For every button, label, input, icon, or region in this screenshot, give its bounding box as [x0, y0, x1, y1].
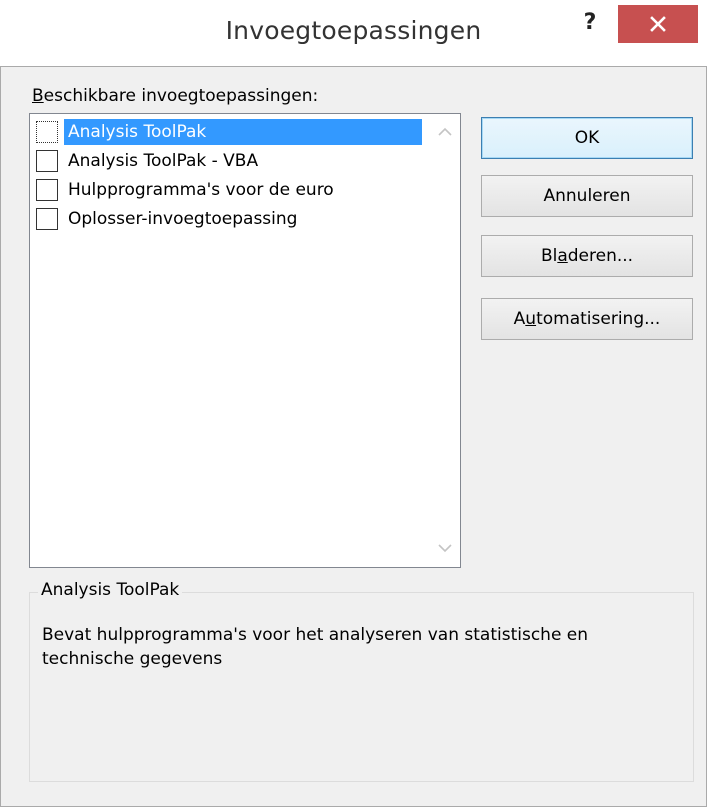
description-groupbox [29, 592, 694, 782]
description-title: Analysis ToolPak [38, 580, 183, 600]
close-button[interactable] [618, 5, 698, 43]
close-icon [650, 16, 666, 32]
add-ins-listbox[interactable]: Analysis ToolPak Analysis ToolPak - VBA … [29, 113, 461, 568]
add-ins-dialog: Invoegtoepassingen ? Beschikbare invoegt… [0, 0, 707, 807]
list-item[interactable]: Analysis ToolPak - VBA [34, 147, 430, 173]
list-item-label: Analysis ToolPak - VBA [68, 151, 259, 171]
automation-label-end: tomatisering... [536, 309, 661, 329]
list-item[interactable]: Oplosser-invoegtoepassing [34, 205, 430, 231]
list-item-label: Oplosser-invoegtoepassing [68, 209, 298, 229]
automation-button[interactable]: Automatisering... [481, 298, 693, 340]
listbox-scrollbar[interactable] [430, 114, 460, 567]
cancel-button[interactable]: Annuleren [481, 175, 693, 217]
list-item-label: Analysis ToolPak [63, 118, 423, 146]
add-in-checkbox[interactable] [36, 208, 58, 230]
scroll-up-icon[interactable] [435, 122, 455, 142]
automation-access-key: u [525, 309, 537, 329]
list-item[interactable]: Analysis ToolPak [34, 118, 430, 146]
add-in-checkbox[interactable] [36, 121, 58, 143]
list-item-label: Hulpprogramma's voor de euro [68, 180, 334, 200]
help-button[interactable]: ? [575, 8, 605, 38]
browse-label-end: deren... [567, 246, 634, 266]
title-bar: Invoegtoepassingen ? [0, 0, 707, 66]
label-text: eschikbare invoegtoepassingen: [43, 86, 319, 106]
add-in-checkbox[interactable] [36, 179, 58, 201]
ok-button[interactable]: OK [481, 117, 693, 159]
browse-button[interactable]: Bladeren... [481, 235, 693, 277]
available-add-ins-label: Beschikbare invoegtoepassingen: [32, 86, 318, 106]
scroll-down-icon[interactable] [435, 538, 455, 558]
automation-label-start: A [513, 309, 526, 329]
browse-label-start: Bl [540, 246, 558, 266]
label-access-key: B [32, 86, 44, 106]
browse-access-key: a [557, 246, 568, 266]
description-text: Bevat hulpprogramma's voor het analysere… [42, 625, 589, 669]
list-item[interactable]: Hulpprogramma's voor de euro [34, 176, 430, 202]
add-in-checkbox[interactable] [36, 150, 58, 172]
